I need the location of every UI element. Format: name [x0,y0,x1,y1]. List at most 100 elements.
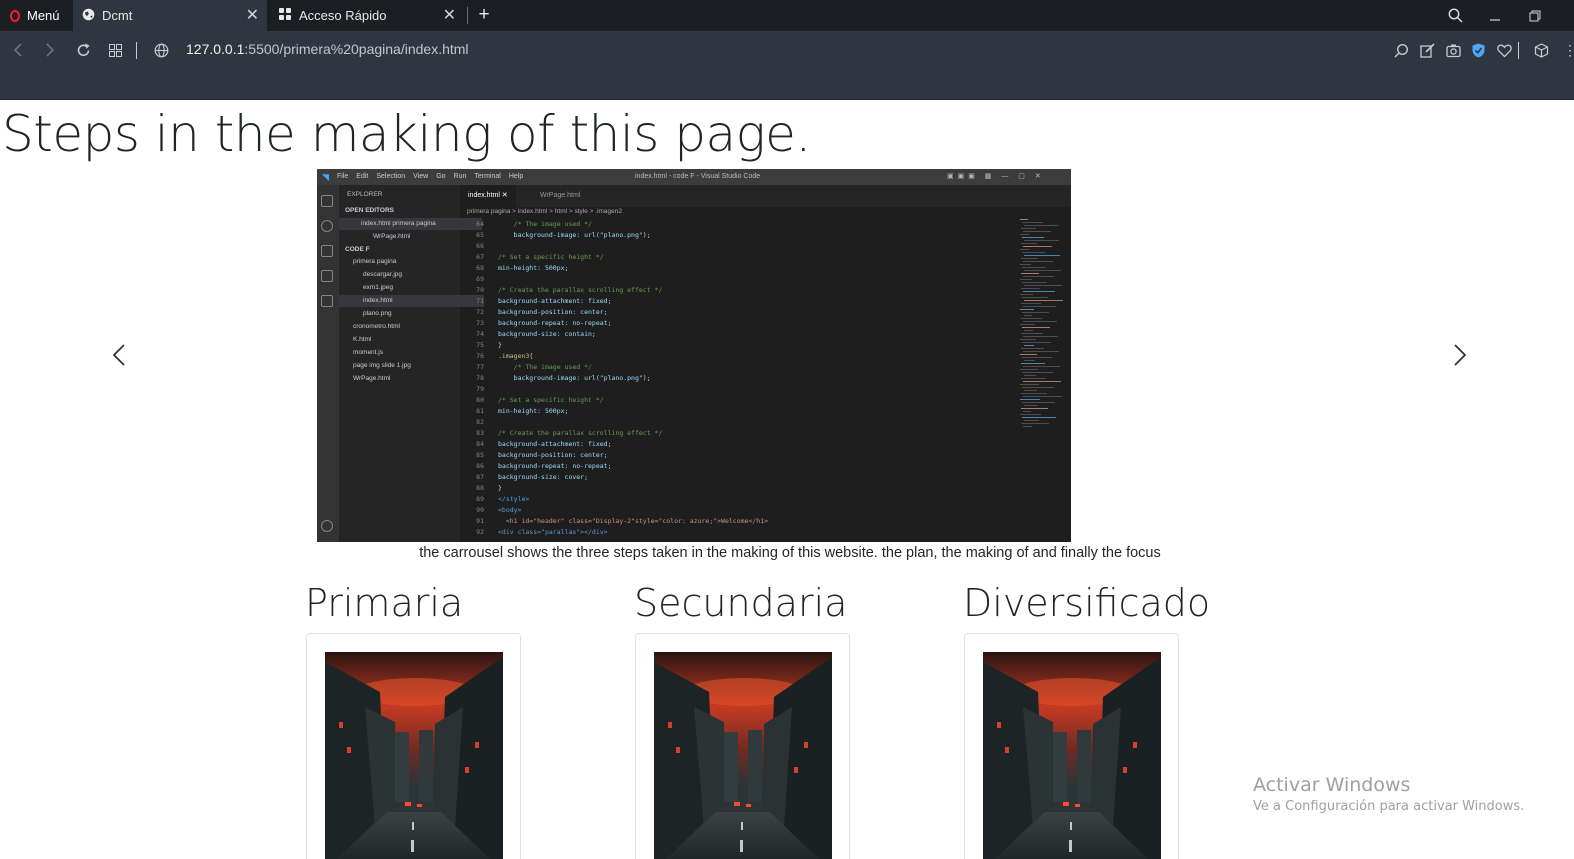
code-line: 92 <div class="parallax"></div> [476,528,608,536]
minimap-line [1020,234,1029,236]
open-editors-header: OPEN EDITORS [345,207,395,214]
minimap-line [1021,273,1039,275]
file-item: K.html [353,336,372,343]
url-field[interactable]: 127.0.0.1:5500/primera%20pagina/index.ht… [186,41,469,57]
carousel-caption: the carrousel shows the three steps take… [419,545,1161,561]
minimize-icon[interactable] [1480,0,1510,31]
minimap-line [1020,264,1031,266]
vscode-activity-bar [317,185,339,542]
code-line: 77 /* The image used */ [476,363,592,371]
minimap-line [1021,423,1049,425]
code-line: 83/* Create the parallax scrolling effec… [476,429,663,437]
watermark-subtitle: Ve a Configuración para activar Windows. [1253,799,1525,814]
search-icon [321,220,333,232]
minimap-line [1021,348,1044,350]
code-line: 80/* Set a specific height */ [476,396,604,404]
shield-icon[interactable] [1467,39,1489,61]
url-host: 127.0.0.1 [186,41,245,57]
minimap-line [1020,399,1040,401]
minimap-line [1024,330,1033,332]
minimap-line [1023,381,1061,383]
code-line: 84 background-attachment: fixed; [476,440,612,448]
minimap-line [1024,285,1062,287]
column-title-diversificado: Diversificado [963,581,1211,625]
files-icon [321,195,333,207]
minimap-line [1023,306,1056,308]
search-tabs-icon[interactable] [1440,0,1470,31]
minimap-line [1021,393,1047,395]
carousel-prev-button[interactable] [104,340,134,370]
vscode-explorer: EXPLORER OPEN EDITORS index.html primera… [339,185,484,542]
code-line: 70/* Create the parallax scrolling effec… [476,286,663,294]
opera-menu-button[interactable]: Menú [0,0,72,31]
card-diversificado [964,633,1179,859]
minimap-line [1021,303,1041,305]
code-line: 67/* Set a specific height */ [476,253,604,261]
tab-acceso-rapido[interactable]: Acceso Rápido ✕ [270,0,464,31]
code-line: 86 background-repeat: no-repeat; [476,462,612,470]
new-tab-plus-icon[interactable]: + [474,3,494,27]
minimap-line [1021,378,1046,380]
minimap-line [1022,402,1055,404]
code-line: 78 background-image: url("plano.png"); [476,374,651,382]
card-primaria [306,633,521,859]
column-title-secundaria: Secundaria [634,581,848,625]
url-path: :5500/primera%20pagina/index.html [244,41,469,57]
workspace-header: CODE F [345,246,370,253]
toolbar-divider [1518,42,1519,59]
minimap-line [1024,300,1063,302]
cube-icon[interactable] [1530,39,1552,61]
code-line: 76 .imagen3{ [476,352,534,360]
account-icon [321,520,333,532]
column-title-primaria: Primaria [305,581,464,625]
vscode-menu-item: Edit [356,173,369,180]
minimap-line [1023,426,1032,428]
code-line: 85 background-position: center; [476,451,608,459]
minimap-line [1023,411,1031,413]
minimap-line [1024,240,1059,242]
code-line: 79 [476,385,484,393]
city-street-photo [654,652,832,859]
minimap-line [1022,237,1044,239]
tab-dcmt[interactable]: Dcmt ✕ [73,0,267,31]
vscode-menu-item: File [337,173,349,180]
vscode-breadcrumb: primera pagina > index.html > html > sty… [467,208,622,215]
heart-icon[interactable] [1493,39,1515,61]
close-tab-icon[interactable]: ✕ [443,7,456,24]
site-info-globe-icon[interactable] [149,38,173,62]
restore-icon[interactable] [1520,0,1550,31]
carousel-next-button[interactable] [1445,340,1475,370]
minimap-line [1021,243,1037,245]
vscode-menu-item: Go [436,173,446,180]
zoom-search-icon[interactable] [1390,39,1412,61]
back-arrow-icon[interactable] [6,38,30,62]
minimap-line [1023,276,1054,278]
minimap-line [1023,351,1059,353]
reload-icon[interactable] [71,38,95,62]
minimap-line [1023,366,1060,368]
code-line: 88} [476,484,502,492]
minimap-line [1022,297,1048,299]
tab-label: Acceso Rápido [299,8,387,23]
code-line: 69 [476,275,484,283]
minimap-line [1024,255,1060,257]
minimap-line [1024,270,1061,272]
more-menu-icon[interactable]: ⋮ [1563,41,1574,59]
tabs-grid-icon[interactable] [103,38,127,62]
minimap-line [1024,360,1035,362]
vscode-title-bar: ◥ File Edit Selection View Go Run Termin… [317,169,1071,185]
minimap-line [1020,414,1041,416]
minimap-line [1023,291,1055,293]
vscode-tab: WrPage.html [540,192,581,199]
code-line: 71 background-attachment: fixed; [476,297,612,305]
minimap-line [1020,339,1036,341]
chevron-left-icon [112,344,125,366]
snapshot-edit-icon[interactable] [1416,39,1438,61]
close-tab-icon[interactable]: ✕ [246,7,259,24]
code-line: 90 <body> [476,506,522,514]
code-line: 68 min-height: 500px; [476,264,569,272]
camera-icon[interactable] [1442,39,1464,61]
vscode-minimap [1020,219,1066,429]
forward-arrow-icon[interactable] [38,38,62,62]
minimap-line [1021,363,1045,365]
